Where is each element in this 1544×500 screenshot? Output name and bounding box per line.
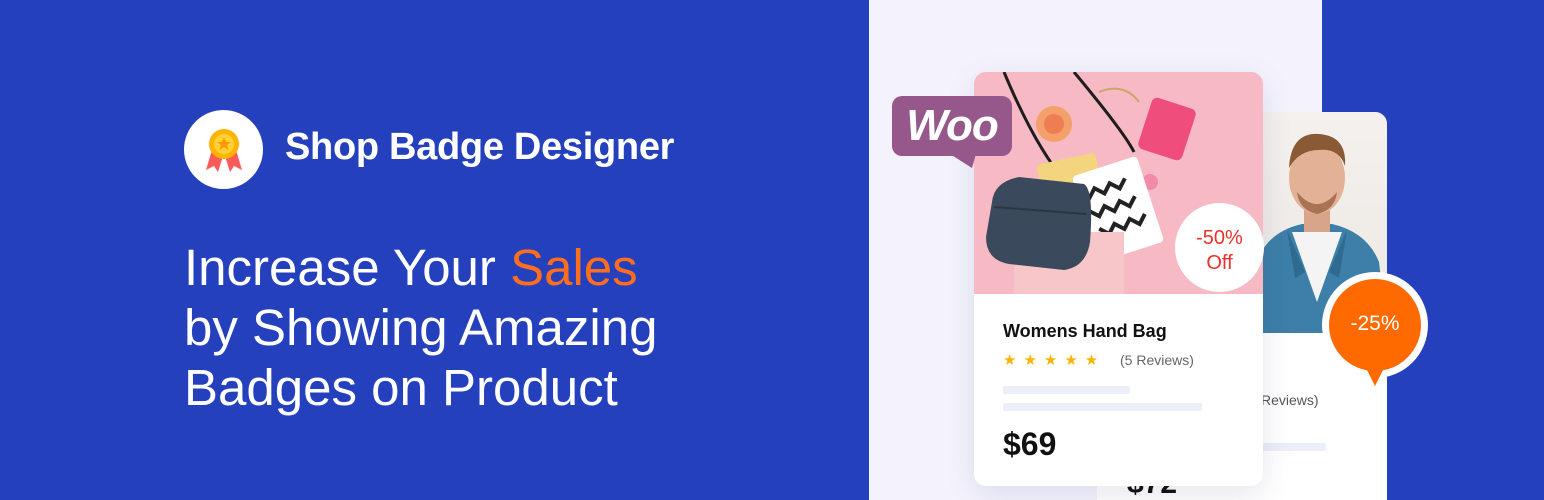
- award-medal-icon: [206, 129, 242, 172]
- discount-pin-badge: -25%: [1322, 272, 1428, 396]
- banner: Shop Badge Designer Increase Your Sales …: [0, 0, 1544, 500]
- badge-percent: -50%: [1196, 227, 1243, 249]
- placeholder-line: [1262, 443, 1326, 451]
- reviews-count: (5 Reviews): [1120, 352, 1194, 368]
- headline-line-3: Badges on Product: [184, 359, 618, 416]
- brand-logo: [184, 110, 263, 189]
- placeholder-line: [1003, 386, 1130, 394]
- headline-line-1: Increase Your Sales: [184, 238, 657, 298]
- headline-accent: Sales: [510, 239, 638, 296]
- headline: Increase Your Sales by Showing Amazing B…: [184, 238, 657, 418]
- headline-prefix: Increase Your: [184, 239, 511, 296]
- woocommerce-logo: Woo: [892, 96, 1014, 168]
- brand-name: Shop Badge Designer: [285, 126, 675, 168]
- product-price: $69: [1003, 426, 1057, 462]
- woo-logo-text: Woo: [906, 101, 999, 150]
- reviews-count: Reviews): [1261, 392, 1319, 408]
- discount-circle-badge: -50% Off: [1175, 203, 1264, 292]
- product-title: Womens Hand Bag: [1003, 321, 1167, 341]
- pin-badge-text: -25%: [1350, 312, 1400, 335]
- headline-line-2: by Showing Amazing: [184, 299, 658, 356]
- rating-stars-icon: ★★★★★: [1003, 352, 1106, 369]
- placeholder-line: [1003, 403, 1202, 411]
- badge-off-label: Off: [1206, 252, 1233, 274]
